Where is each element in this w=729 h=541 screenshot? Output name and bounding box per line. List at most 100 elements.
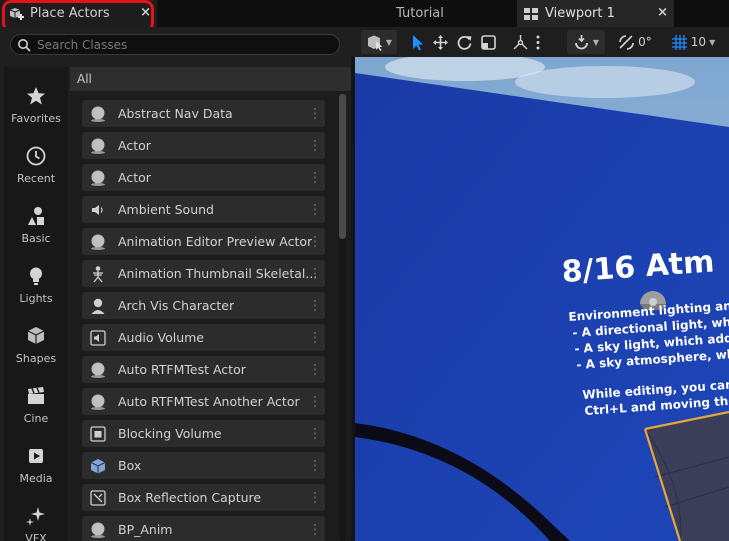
shapes-basic-icon <box>28 207 44 225</box>
cursor-arrow-icon <box>412 34 423 50</box>
category-label: Lights <box>19 292 53 305</box>
category-favorites[interactable]: Favorites <box>4 81 68 137</box>
drag-handle-icon[interactable] <box>312 363 318 376</box>
grid-snap-value: 10 <box>690 35 707 49</box>
select-mode-dropdown[interactable]: ▼ <box>361 30 397 54</box>
chevron-down-icon: ▼ <box>385 37 393 47</box>
list-item[interactable]: Animation Thumbnail Skeletal... <box>82 260 325 287</box>
grid-snap-icon <box>671 34 687 50</box>
viewport-toolbar: ▼ ▼ 0° 10 ▼ <box>351 27 729 57</box>
close-icon[interactable]: × <box>140 5 151 20</box>
category-basic[interactable]: Basic <box>4 201 68 257</box>
drag-handle-icon[interactable] <box>312 107 318 120</box>
tab-place-actors[interactable]: Place Actors × <box>0 0 157 27</box>
category-cine[interactable]: Cine <box>4 381 68 437</box>
drag-handle-icon[interactable] <box>312 267 318 280</box>
tab-place-actors-label: Place Actors <box>30 6 110 21</box>
category-label: Basic <box>21 232 51 245</box>
list-item-label: Actor <box>118 170 151 185</box>
list-scrollbar[interactable] <box>339 94 346 541</box>
list-item[interactable]: BP_Anim <box>82 516 325 541</box>
box-icon <box>90 458 106 473</box>
search-icon <box>18 38 31 52</box>
search-box[interactable] <box>10 34 340 55</box>
list-item[interactable]: Box <box>82 452 325 479</box>
list-item[interactable]: Auto RTFMTest Another Actor <box>82 388 325 415</box>
surface-snapping-dropdown[interactable]: ▼ <box>567 30 605 54</box>
lightbulb-icon <box>30 267 42 285</box>
category-label: Cine <box>23 412 49 425</box>
list-item-label: Animation Editor Preview Actor <box>118 234 313 249</box>
move-arrows-icon <box>432 34 448 50</box>
category-rail: Favorites Recent Basic Lights Shapes Cin… <box>4 67 68 541</box>
list-item[interactable]: Actor <box>82 132 325 159</box>
drag-handle-icon[interactable] <box>312 139 318 152</box>
media-icon <box>29 449 43 463</box>
tab-viewport[interactable]: Viewport 1 × <box>517 0 674 27</box>
drag-handle-icon[interactable] <box>312 459 318 472</box>
category-recent[interactable]: Recent <box>4 141 68 197</box>
rotate-tool-button[interactable] <box>453 30 475 54</box>
rotation-snap-icon <box>619 34 634 50</box>
list-item[interactable]: Actor <box>82 164 325 191</box>
list-item[interactable]: Audio Volume <box>82 324 325 351</box>
drag-handle-icon[interactable] <box>312 427 318 440</box>
drag-handle-icon[interactable] <box>312 235 318 248</box>
scale-tool-button[interactable] <box>477 30 499 54</box>
sphere-icon <box>91 234 105 250</box>
list-scrollbar-thumb[interactable] <box>339 94 346 239</box>
list-item[interactable]: Auto RTFMTest Actor <box>82 356 325 383</box>
drag-handle-icon[interactable] <box>312 171 318 184</box>
star-icon <box>27 87 45 105</box>
clapper-icon <box>28 387 44 404</box>
drag-handle-icon[interactable] <box>312 299 318 312</box>
category-media[interactable]: Media <box>4 441 68 497</box>
surface-snap-icon <box>575 34 588 49</box>
tab-tutorial[interactable]: Tutorial <box>370 0 470 27</box>
list-item[interactable]: Abstract Nav Data <box>82 100 325 127</box>
list-item[interactable]: Animation Editor Preview Actor <box>82 228 325 255</box>
list-item-label: Box Reflection Capture <box>118 490 262 505</box>
drag-handle-icon[interactable] <box>312 395 318 408</box>
category-vfx[interactable]: VFX <box>4 501 68 541</box>
viewport-scene <box>355 57 729 541</box>
list-item[interactable]: Arch Vis Character <box>82 292 325 319</box>
list-item[interactable]: Blocking Volume <box>82 420 325 447</box>
actor-list: All Abstract Nav Data Actor Actor Ambien… <box>70 67 351 541</box>
select-mode-icon <box>367 35 383 51</box>
level-viewport[interactable]: 8/16 Atm Environment lighting and - A di… <box>355 57 729 541</box>
more-options-button[interactable] <box>531 30 545 54</box>
list-item-label: Blocking Volume <box>118 426 222 441</box>
blocking-volume-icon <box>90 425 106 442</box>
clock-icon <box>26 146 46 166</box>
grid-snap-toggle[interactable]: 10 ▼ <box>667 30 719 54</box>
tab-viewport-label: Viewport 1 <box>545 6 615 21</box>
sphere-icon <box>91 394 105 410</box>
translate-tool-button[interactable] <box>429 30 451 54</box>
rotation-snap-toggle[interactable]: 0° <box>614 30 656 54</box>
sphere-icon <box>91 522 105 538</box>
list-item-label: Actor <box>118 138 151 153</box>
list-item-label: BP_Anim <box>118 522 173 537</box>
list-item[interactable]: Ambient Sound <box>82 196 325 223</box>
drag-handle-icon[interactable] <box>312 203 318 216</box>
drag-handle-icon[interactable] <box>312 491 318 504</box>
kebab-menu-icon <box>536 35 540 49</box>
chevron-down-icon: ▼ <box>709 37 716 47</box>
category-shapes[interactable]: Shapes <box>4 321 68 377</box>
list-item-label: Animation Thumbnail Skeletal... <box>118 266 318 281</box>
category-lights[interactable]: Lights <box>4 261 68 317</box>
list-header: All <box>70 67 351 91</box>
category-label: Favorites <box>11 112 61 125</box>
list-item-label: Audio Volume <box>118 330 204 345</box>
place-actors-icon <box>9 7 24 20</box>
drag-handle-icon[interactable] <box>312 523 318 536</box>
rotation-snap-value: 0° <box>638 35 652 49</box>
list-item[interactable]: Box Reflection Capture <box>82 484 325 511</box>
coordinate-system-button[interactable] <box>509 30 531 54</box>
list-item-label: Ambient Sound <box>118 202 214 217</box>
close-icon[interactable]: × <box>657 5 668 20</box>
drag-handle-icon[interactable] <box>312 331 318 344</box>
select-tool-button[interactable] <box>406 30 428 54</box>
search-input[interactable] <box>37 37 317 52</box>
